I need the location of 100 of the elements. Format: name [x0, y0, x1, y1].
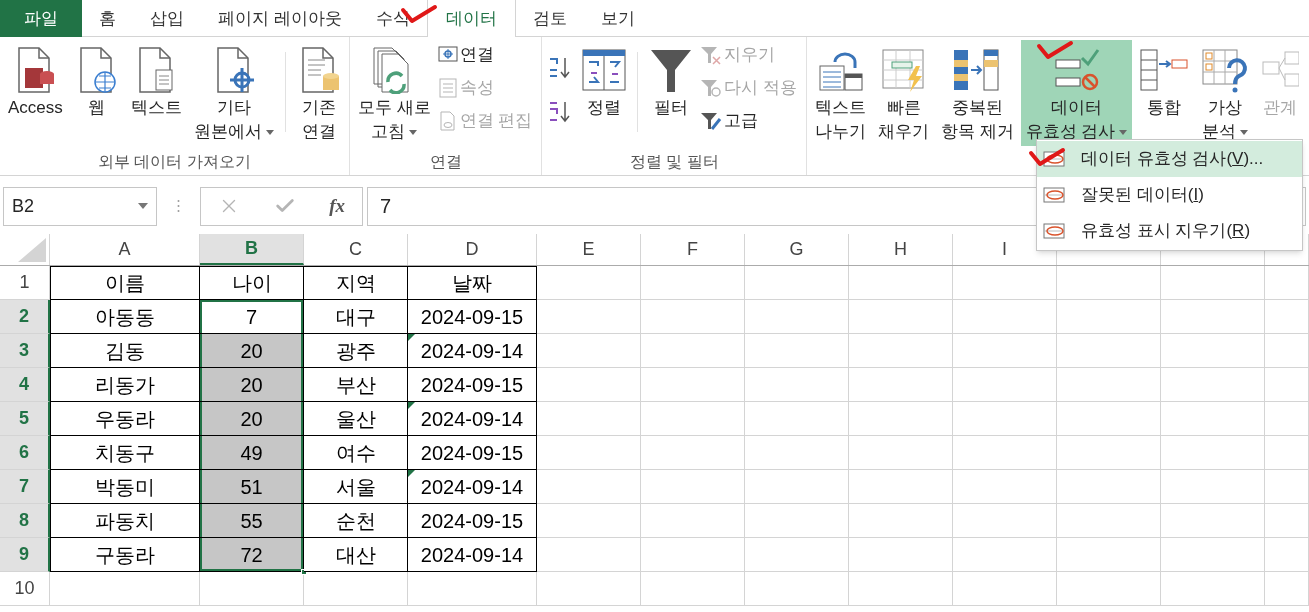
table-cell: 박동미 — [50, 470, 200, 504]
table-cell: 20 — [200, 334, 304, 368]
empty-cell — [1265, 300, 1309, 334]
table-cell: 구동라 — [50, 538, 200, 572]
ribbon-button[interactable]: 정렬 — [577, 40, 632, 146]
empty-cell — [1265, 402, 1309, 436]
ribbon-tab[interactable]: 파일 — [0, 0, 82, 37]
what-if-analysis-icon — [1201, 46, 1250, 94]
ribbon-tab[interactable]: 검토 — [515, 0, 584, 37]
group-label: 정렬 및 필터 — [629, 152, 719, 172]
table-cell: 울산 — [304, 402, 408, 436]
ribbon-button[interactable]: 텍스트 나누기 — [810, 40, 871, 146]
ribbon-small-button[interactable]: 고급 — [700, 108, 797, 133]
insert-function-button[interactable]: fx — [329, 191, 346, 221]
row-header[interactable]: 4 — [0, 368, 50, 402]
empty-cell — [1265, 504, 1309, 538]
row-header[interactable]: 5 — [0, 402, 50, 436]
table-cell: 2024-09-14 — [408, 470, 537, 504]
empty-cell — [1265, 334, 1309, 368]
column-header[interactable]: C — [304, 234, 408, 265]
table-cell: 우동라 — [50, 402, 200, 436]
ribbon-button[interactable]: 기존 연결 — [291, 40, 346, 146]
column-header[interactable]: B — [200, 234, 304, 265]
table-cell: 파동치 — [50, 504, 200, 538]
ribbon-button[interactable]: 모두 새로 고침 — [352, 40, 436, 146]
table-cell: 김동 — [50, 334, 200, 368]
empty-cell — [1265, 572, 1309, 606]
table-cell: 51 — [200, 470, 304, 504]
table-cell: 2024-09-15 — [408, 436, 537, 470]
table-cell: 지역 — [304, 266, 408, 300]
row-header[interactable]: 2 — [0, 300, 50, 334]
ribbon-button[interactable]: Access — [3, 40, 68, 146]
table-cell: 7 — [200, 300, 304, 334]
table-cell: 날짜 — [408, 266, 537, 300]
properties-icon — [437, 77, 458, 98]
ribbon-button[interactable]: 기타 원본에서 — [188, 40, 279, 146]
row-header[interactable]: 9 — [0, 538, 50, 572]
ribbon-tab[interactable]: 보기 — [583, 0, 652, 37]
group-label: 외부 데이터 가져오기 — [97, 152, 251, 172]
ribbon-button[interactable]: 중복된 항목 제거 — [936, 40, 1019, 146]
table-cell: 2024-09-15 — [408, 300, 537, 334]
row-header[interactable]: 8 — [0, 504, 50, 538]
table-cell: 서울 — [304, 470, 408, 504]
name-box[interactable]: B2 — [3, 186, 157, 226]
column-header[interactable]: G — [745, 234, 849, 265]
empty-cell — [1265, 538, 1309, 572]
connection-icon — [437, 44, 458, 65]
check-mark-icon — [1036, 40, 1074, 60]
menu-item[interactable]: 데이터 유효성 검사(V)... — [1037, 141, 1302, 177]
table-cell: 2024-09-15 — [408, 368, 537, 402]
table-cell: 20 — [200, 368, 304, 402]
table-cell: 치동구 — [50, 436, 200, 470]
ribbon-tab[interactable]: 홈 — [82, 0, 133, 37]
table-cell: 광주 — [304, 334, 408, 368]
empty-cell — [1265, 470, 1309, 504]
group-label: 연결 — [429, 152, 462, 172]
column-header[interactable]: F — [641, 234, 745, 265]
check-mark-icon — [1028, 147, 1066, 167]
table-cell: 49 — [200, 436, 304, 470]
table-cell: 아동동 — [50, 300, 200, 334]
empty-cell — [1265, 436, 1309, 470]
table-cell: 이름 — [50, 266, 200, 300]
ribbon-button[interactable]: 텍스트 — [125, 40, 187, 146]
advanced-filter-icon — [700, 110, 723, 131]
table-cell: 72 — [200, 538, 304, 572]
grip-icon — [177, 199, 180, 213]
row-header[interactable]: 6 — [0, 436, 50, 470]
table-cell: 대구 — [304, 300, 408, 334]
ribbon-button[interactable]: 빠른 채우기 — [873, 40, 934, 146]
table-cell: 2024-09-14 — [408, 334, 537, 368]
row-header[interactable]: 7 — [0, 470, 50, 504]
column-header[interactable]: H — [849, 234, 953, 265]
table-cell: 대산 — [304, 538, 408, 572]
table-cell: 20 — [200, 402, 304, 436]
table-cell: 2024-09-14 — [408, 402, 537, 436]
reapply-filter-icon — [700, 77, 723, 98]
empty-cell — [1265, 368, 1309, 402]
ribbon-button[interactable]: 필터 — [644, 40, 699, 146]
table-cell: 2024-09-14 — [408, 538, 537, 572]
table-cell: 55 — [200, 504, 304, 538]
ribbon-button[interactable]: 데이터 유효성 검사 — [1020, 40, 1133, 146]
sort-descending-icon[interactable] — [549, 100, 572, 124]
ribbon-small-button[interactable]: 연결 — [437, 42, 533, 67]
column-header[interactable]: D — [408, 234, 537, 265]
table-cell: 순천 — [304, 504, 408, 538]
ribbon-tab[interactable]: 삽입 — [133, 0, 201, 37]
column-header[interactable]: E — [537, 234, 641, 265]
row-header[interactable]: 10 — [0, 572, 50, 606]
table-cell: 부산 — [304, 368, 408, 402]
table-cell: 리동가 — [50, 368, 200, 402]
row-header[interactable]: 3 — [0, 334, 50, 368]
caret-icon — [138, 203, 148, 209]
clear-filter-icon — [700, 44, 723, 65]
ribbon-tab[interactable]: 데이터 — [426, 0, 516, 37]
table-cell: 나이 — [200, 266, 304, 300]
ribbon-tab[interactable]: 페이지 레이아웃 — [201, 0, 359, 37]
ribbon-button[interactable]: 웹 — [69, 40, 124, 146]
table-cell: 2024-09-15 — [408, 504, 537, 538]
sort-ascending-icon[interactable] — [549, 56, 572, 80]
edit-links-icon — [437, 110, 458, 131]
